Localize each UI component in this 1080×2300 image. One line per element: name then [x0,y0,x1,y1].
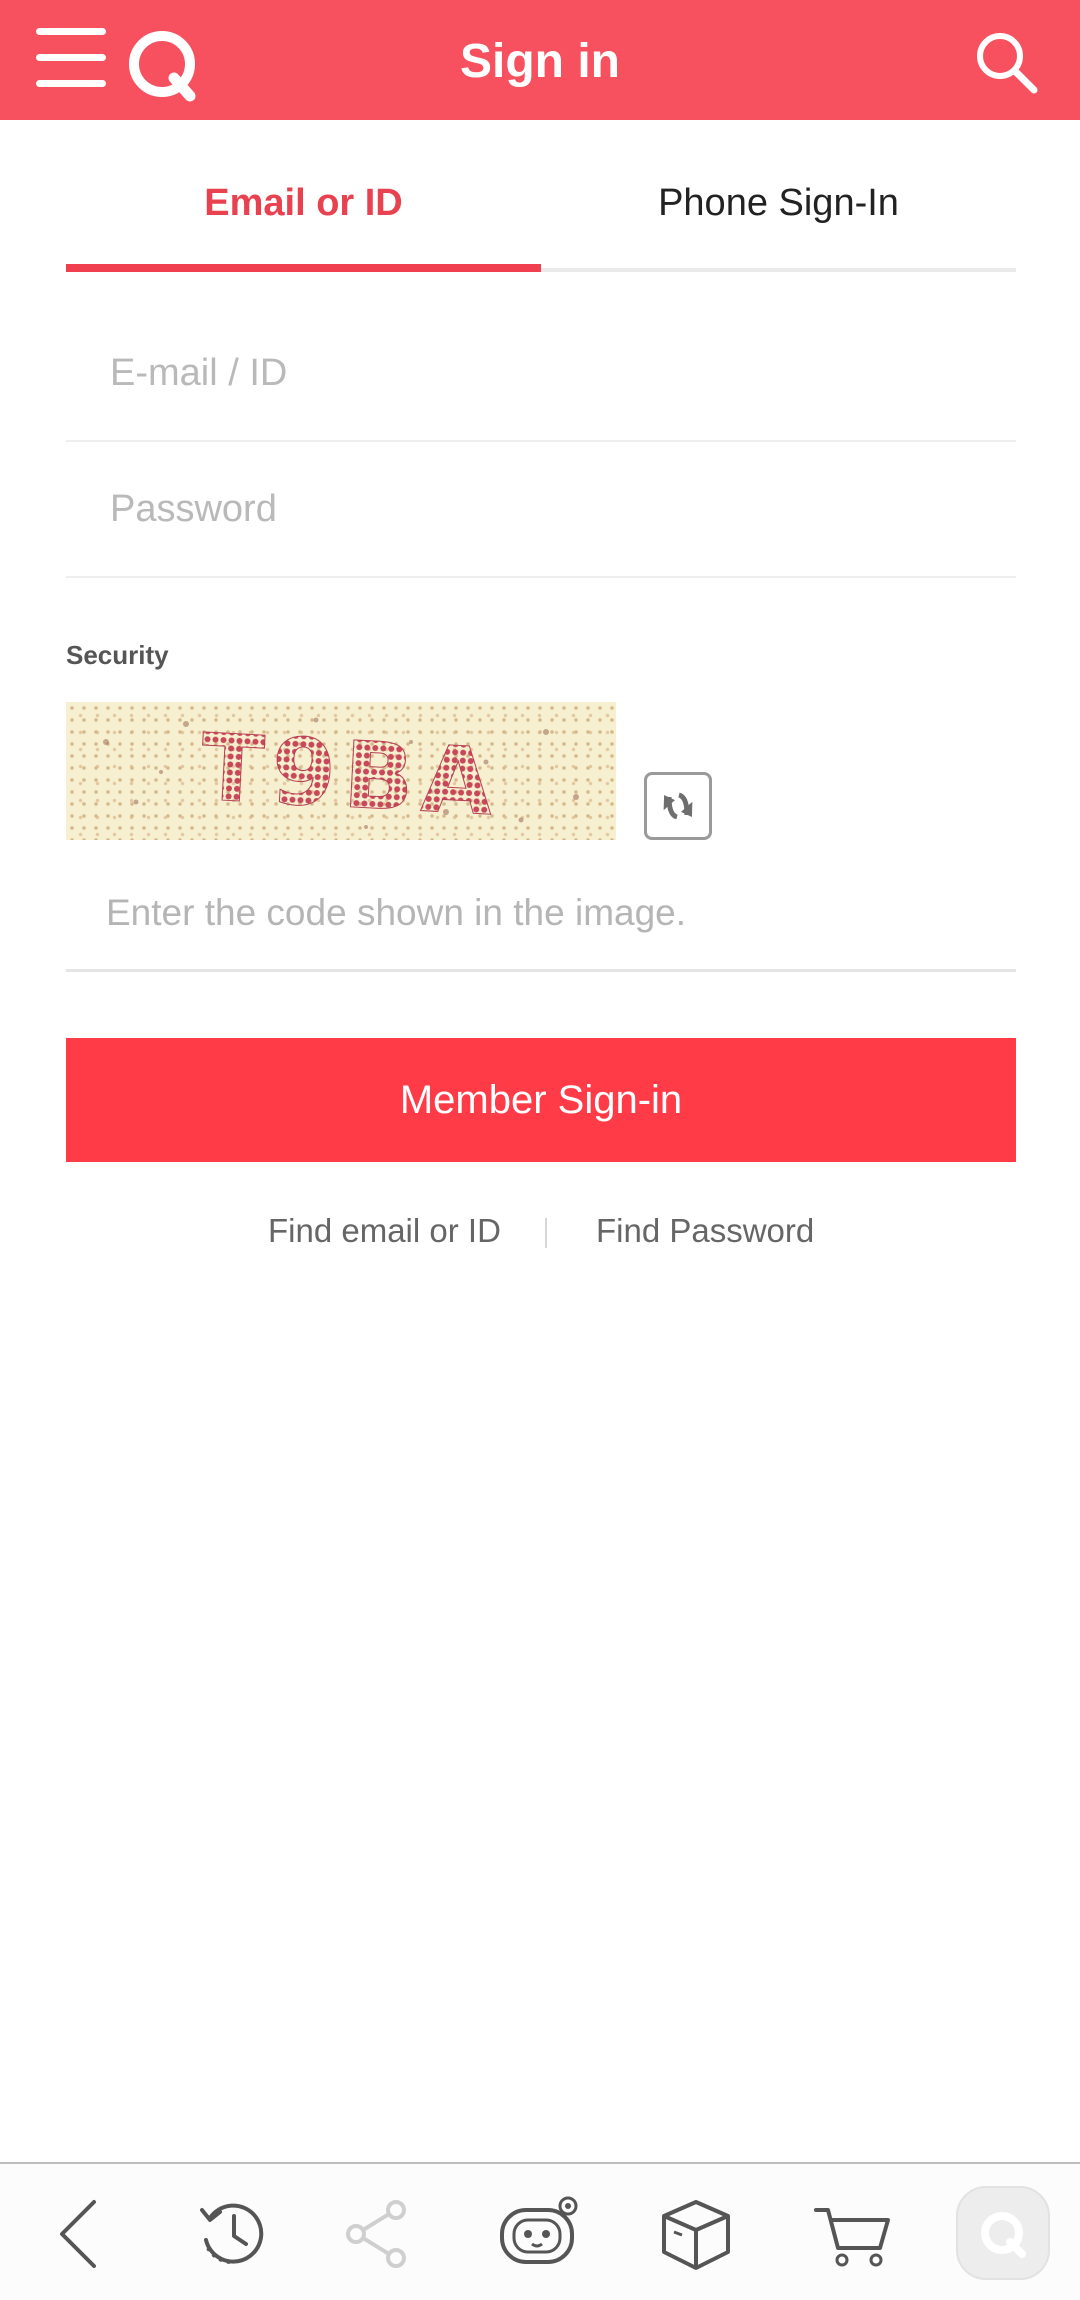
search-icon[interactable] [972,28,1042,98]
chat-bot-icon[interactable] [494,2188,584,2278]
refresh-arrows-icon [663,792,693,820]
captcha-code-wrapper [66,856,1016,972]
email-id-input[interactable] [66,306,1016,440]
captcha-text-graphic: T9BA [103,714,579,837]
member-sign-in-button[interactable]: Member Sign-in [66,1038,1016,1162]
captcha-refresh-button[interactable] [644,772,712,840]
captcha-image: T9BA [66,702,616,840]
back-icon[interactable] [34,2188,124,2278]
email-field-wrapper [66,306,1016,442]
tab-phone-sign-in[interactable]: Phone Sign-In [541,182,1016,225]
history-icon[interactable] [188,2188,278,2278]
tab-email-or-id[interactable]: Email or ID [66,182,541,225]
find-password-link[interactable]: Find Password [596,1212,814,1250]
find-email-or-id-link[interactable]: Find email or ID [268,1212,501,1250]
password-input[interactable] [66,442,1016,576]
signin-method-tabs: Email or ID Phone Sign-In [66,160,1016,272]
cart-icon[interactable] [808,2188,898,2278]
active-tab-indicator [66,264,541,272]
captcha-text: T9BA [198,714,503,837]
bottom-nav-bar [0,2162,1080,2300]
qoo10-home-button[interactable] [956,2186,1050,2280]
password-field-wrapper [66,442,1016,578]
share-icon[interactable] [332,2188,422,2278]
link-divider [545,1218,547,1248]
captcha-code-input[interactable] [66,856,1016,969]
page-title: Sign in [460,35,620,88]
package-icon[interactable] [650,2188,740,2278]
top-app-bar: Sign in [0,0,1080,120]
account-recovery-links: Find email or ID Find Password [0,1208,1080,1258]
security-label: Security [66,640,169,670]
qoo10-home-icon [981,2212,1026,2258]
